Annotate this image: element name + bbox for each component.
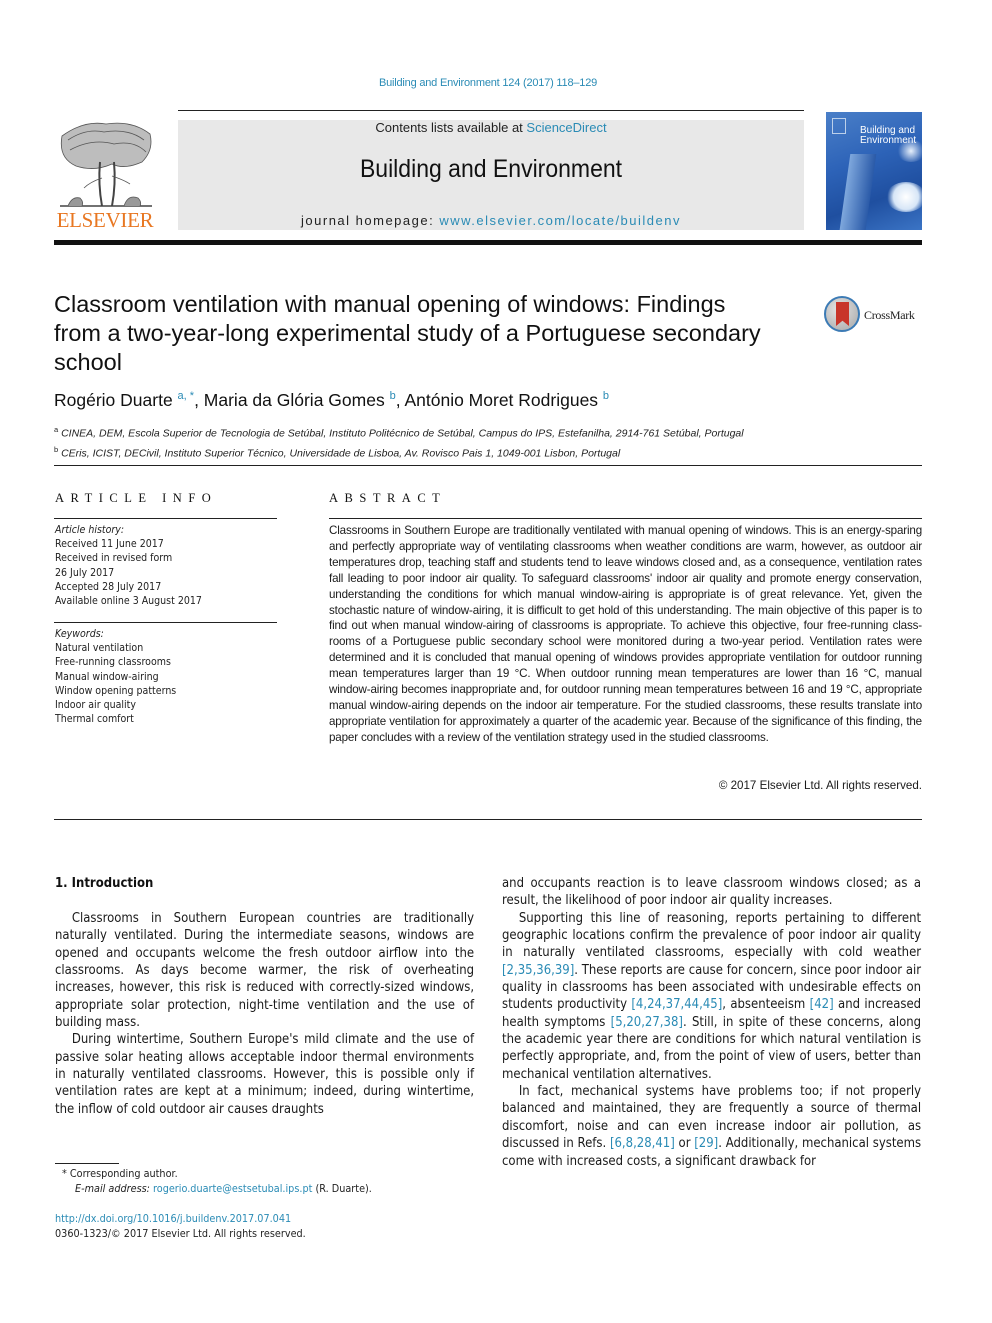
history-item: Received 11 June 2017 [55,537,164,551]
affiliation-text: CINEA, DEM, Escola Superior de Tecnologi… [61,427,744,440]
crossmark-icon [824,296,860,332]
citation-link[interactable]: [29] [694,1136,718,1151]
keyword: Natural ventilation [55,641,144,655]
article-info-heading: ARTICLE INFO [55,491,218,505]
history-item: Available online 3 August 2017 [55,594,202,608]
affiliation: b CEris, ICIST, DECivil, Instituto Super… [54,442,744,462]
journal-cover-thumbnail[interactable]: Building and Environment [826,112,922,230]
email-suffix: (R. Duarte). [312,1182,372,1195]
author-affiliation-link[interactable]: b [603,390,609,402]
citation-link[interactable]: [6,8,28,41] [610,1136,675,1151]
footnote-divider [55,1163,119,1164]
history-item: Received in revised form [55,551,173,565]
journal-citation-link[interactable]: Building and Environment 124 (2017) 118–… [0,77,976,89]
paragraph: and occupants reaction is to leave class… [502,876,922,909]
divider [54,819,922,820]
title-line: Classroom ventilation with manual openin… [54,291,726,317]
cover-cloud-image [886,182,922,212]
affiliations: a CINEA, DEM, Escola Superior de Tecnolo… [54,422,744,461]
divider [54,518,277,519]
affiliation-mark: b [54,444,59,454]
author-affiliation-link[interactable]: a, * [178,390,195,402]
author-name: Maria da Glória Gomes [203,390,385,410]
keywords: Keywords: Natural ventilation Free-runni… [55,627,296,726]
email-footnote: E-mail address: rogerio.duarte@estsetuba… [75,1181,372,1196]
email-label: E-mail address: [75,1182,154,1195]
keyword: Thermal comfort [55,712,134,726]
cover-title-line: Environment [860,135,917,146]
keyword: Manual window-airing [55,669,159,683]
history-item: Accepted 28 July 2017 [55,579,162,593]
elsevier-wordmark[interactable]: ELSEVIER [54,208,156,233]
author-name: Rogério Duarte [54,390,173,410]
divider [54,465,922,466]
affiliation-text: CEris, ICIST, DECivil, Instituto Superio… [61,447,621,459]
paragraph: In fact, mechanical systems have problem… [502,1083,921,1170]
doi-line: http://dx.doi.org/10.1016/j.buildenv.201… [55,1211,291,1226]
sciencedirect-link[interactable]: ScienceDirect [526,120,606,135]
cover-elsevier-icon [832,118,846,134]
paragraph: Classrooms in Southern European countrie… [55,911,475,1031]
keyword: Free-running classrooms [55,655,171,669]
title-line: school [54,349,122,375]
title-line: from a two-year-long experimental study … [54,320,761,346]
abstract-heading: ABSTRACT [329,491,447,505]
text-run: Supporting this line of reasoning, repor… [502,910,922,961]
author-name: António Moret Rodrigues [404,390,599,410]
text-run: or [674,1136,695,1152]
article-title: Classroom ventilation with manual openin… [54,290,814,377]
header-thick-rule [54,240,922,245]
abstract-text: Classrooms in Southern Europe are tradit… [329,524,922,744]
author-list: Rogério Duarte a, *, Maria da Glória Gom… [54,390,609,411]
issn-copyright: 0360-1323/© 2017 Elsevier Ltd. All right… [55,1227,306,1240]
crossmark-label: CrossMark [864,308,915,322]
cover-title: Building and Environment [860,126,916,146]
history-item: 26 July 2017 [55,565,115,579]
paragraph: Supporting this line of reasoning, repor… [502,910,921,1083]
affiliation: a CINEA, DEM, Escola Superior de Tecnolo… [54,422,744,442]
abstract-copyright: © 2017 Elsevier Ltd. All rights reserved… [718,779,922,792]
contents-line: Contents lists available at ScienceDirec… [178,120,804,135]
contents-prefix: Contents lists available at [375,120,527,135]
keyword: Indoor air quality [55,698,136,712]
homepage-prefix: journal homepage: [301,213,440,228]
divider [54,622,277,623]
divider [329,518,922,519]
author-separator: , [194,390,204,410]
cover-building-image [837,154,877,230]
body-column-right: and occupants reaction is to leave class… [502,875,921,1170]
article-history: Article history: Received 11 June 2017 R… [55,523,296,608]
citation-link[interactable]: [5,20,27,38] [611,1015,683,1030]
keywords-label: Keywords: [55,627,104,640]
citation-link[interactable]: [42] [810,997,834,1012]
paragraph: During wintertime, Southern Europe's mil… [55,1032,475,1117]
body-column-left: Classrooms in Southern European countrie… [55,910,474,1118]
history-label: Article history: [55,523,125,536]
homepage-line: journal homepage: www.elsevier.com/locat… [178,213,804,228]
affiliation-mark: a [54,425,59,434]
keyword: Window opening patterns [55,683,177,697]
journal-homepage-link[interactable]: www.elsevier.com/locate/buildenv [439,213,681,228]
doi-link[interactable]: http://dx.doi.org/10.1016/j.buildenv.201… [55,1212,291,1225]
corresponding-author-note: * Corresponding author. [62,1167,178,1180]
journal-name: Building and Environment [359,155,623,183]
crossmark-button[interactable]: CrossMark [824,296,924,336]
header-top-rule [178,110,804,111]
citation-link[interactable]: [4,24,37,44,45] [631,997,722,1012]
author-email-link[interactable]: rogerio.duarte@estsetubal.ips.pt [153,1182,312,1195]
section-heading: 1. Introduction [55,876,154,891]
text-run: , absenteeism [722,997,810,1013]
citation-link[interactable]: [2,35,36,39] [502,963,574,978]
